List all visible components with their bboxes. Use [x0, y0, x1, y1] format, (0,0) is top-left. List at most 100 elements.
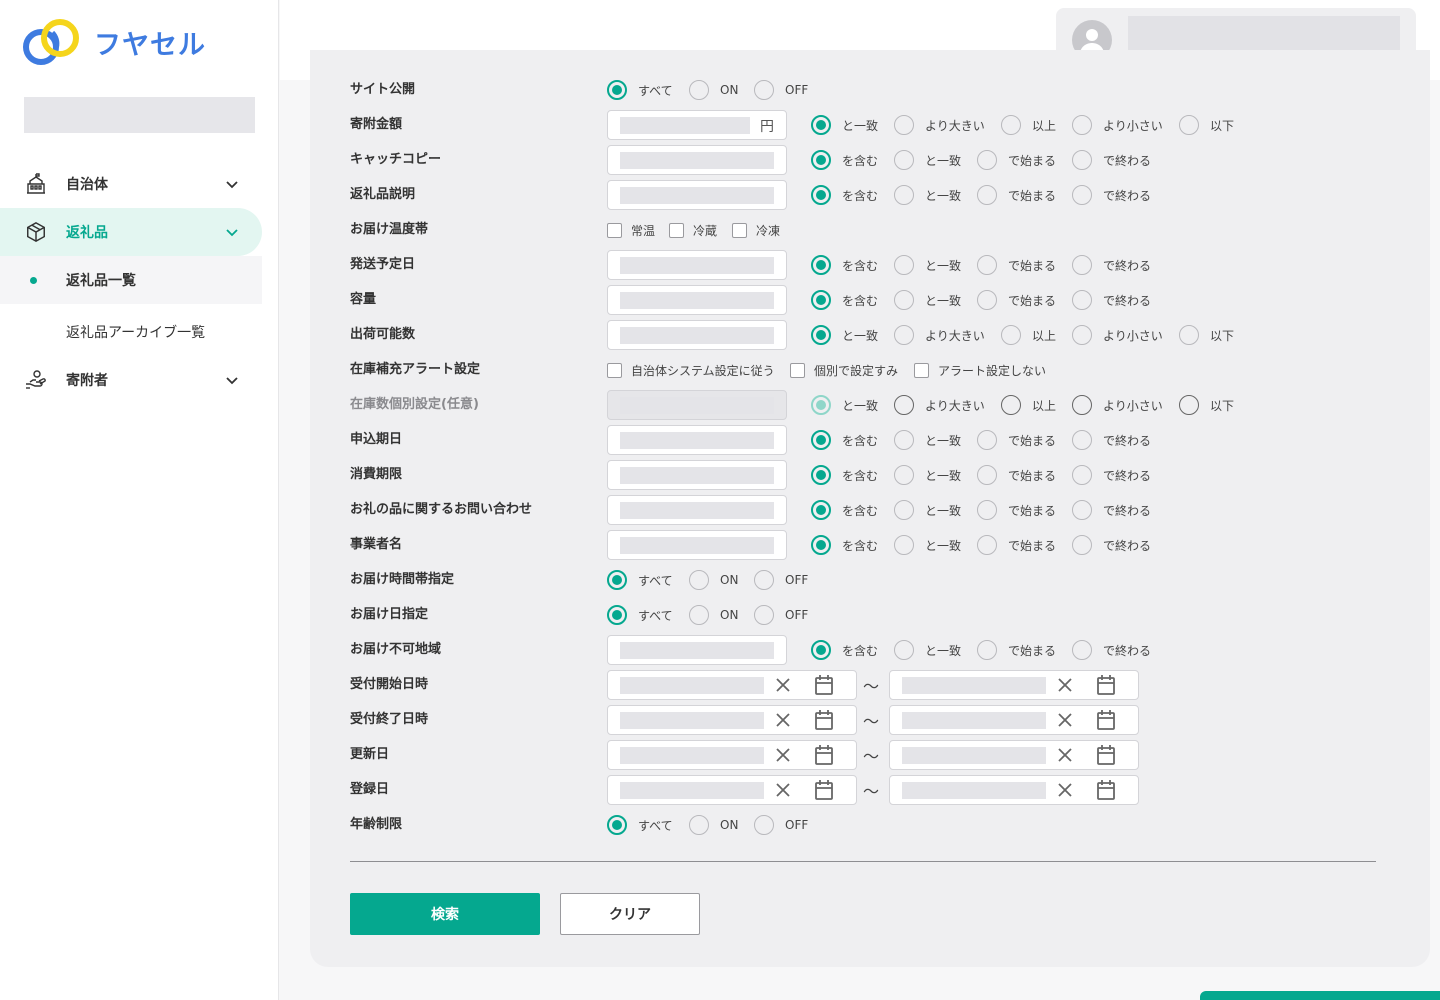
radio-starts[interactable]: で始まる [977, 535, 1072, 555]
radio-ends[interactable]: で終わる [1072, 535, 1151, 555]
calendar-icon[interactable] [814, 744, 834, 766]
radio-ends[interactable]: で終わる [1072, 290, 1151, 310]
radio-equal[interactable]: と一致 [894, 255, 977, 275]
radio-off[interactable]: OFF [754, 80, 808, 100]
capacity-input[interactable] [607, 285, 787, 315]
radio-equal[interactable]: と一致 [894, 535, 977, 555]
checkbox-individually-set[interactable]: 個別で設定すみ [790, 362, 914, 379]
radio-off[interactable]: OFF [754, 570, 808, 590]
date-to-input[interactable] [889, 740, 1139, 770]
shipping-date-input[interactable] [607, 250, 787, 280]
sidebar-subitem-gift-list[interactable]: 返礼品一覧 [0, 256, 262, 304]
radio-starts[interactable]: で始まる [977, 640, 1072, 660]
radio-equal[interactable]: と一致 [894, 290, 977, 310]
radio-equal[interactable]: と一致 [894, 640, 977, 660]
radio-lte[interactable]: 以下 [1179, 325, 1234, 345]
search-button[interactable]: 検索 [350, 893, 540, 935]
calendar-icon[interactable] [814, 674, 834, 696]
radio-contains[interactable]: を含む [811, 150, 894, 170]
radio-contains[interactable]: を含む [811, 255, 894, 275]
radio-equal[interactable]: と一致 [894, 465, 977, 485]
checkbox-normal-temp[interactable]: 常温 [607, 222, 669, 239]
sidebar-item-municipality[interactable]: 自治体 [0, 160, 262, 208]
radio-contains[interactable]: を含む [811, 500, 894, 520]
radio-starts[interactable]: で始まる [977, 185, 1072, 205]
radio-ends[interactable]: で終わる [1072, 255, 1151, 275]
radio-contains[interactable]: を含む [811, 640, 894, 660]
calendar-icon[interactable] [814, 779, 834, 801]
radio-contains[interactable]: を含む [811, 290, 894, 310]
calendar-icon[interactable] [1096, 744, 1116, 766]
radio-off[interactable]: OFF [754, 815, 808, 835]
checkbox-refrigerated[interactable]: 冷蔵 [669, 222, 732, 239]
bottom-action-button[interactable] [1200, 991, 1440, 1000]
clear-icon[interactable] [1056, 781, 1074, 799]
date-from-input[interactable] [607, 775, 857, 805]
radio-contains[interactable]: を含む [811, 465, 894, 485]
calendar-icon[interactable] [1096, 674, 1116, 696]
donation-amount-input[interactable]: 円 [607, 110, 787, 140]
radio-less[interactable]: より小さい [1072, 115, 1179, 135]
clear-icon[interactable] [774, 711, 792, 729]
shippable-quantity-input[interactable] [607, 320, 787, 350]
logo[interactable]: フヤセル [22, 16, 222, 68]
radio-on[interactable]: ON [689, 80, 754, 100]
gift-inquiry-input[interactable] [607, 495, 787, 525]
radio-equal[interactable]: と一致 [894, 185, 977, 205]
calendar-icon[interactable] [1096, 779, 1116, 801]
radio-ends[interactable]: で終わる [1072, 500, 1151, 520]
radio-starts[interactable]: で始まる [977, 465, 1072, 485]
undeliverable-area-input[interactable] [607, 635, 787, 665]
radio-on[interactable]: ON [689, 605, 754, 625]
radio-lte[interactable]: 以下 [1179, 115, 1234, 135]
radio-starts[interactable]: で始まる [977, 430, 1072, 450]
business-name-input[interactable] [607, 530, 787, 560]
clear-icon[interactable] [1056, 676, 1074, 694]
checkbox-no-alert[interactable]: アラート設定しない [914, 362, 1046, 379]
radio-equal[interactable]: と一致 [811, 325, 894, 345]
radio-greater[interactable]: より大きい [894, 325, 1001, 345]
radio-greater[interactable]: より大きい [894, 115, 1001, 135]
expiry-input[interactable] [607, 460, 787, 490]
radio-equal[interactable]: と一致 [811, 115, 894, 135]
radio-ends[interactable]: で終わる [1072, 465, 1151, 485]
calendar-icon[interactable] [1096, 709, 1116, 731]
radio-contains[interactable]: を含む [811, 535, 894, 555]
clear-icon[interactable] [774, 781, 792, 799]
radio-on[interactable]: ON [689, 815, 754, 835]
catchcopy-input[interactable] [607, 145, 787, 175]
calendar-icon[interactable] [814, 709, 834, 731]
radio-ends[interactable]: で終わる [1072, 640, 1151, 660]
checkbox-follow-system[interactable]: 自治体システム設定に従う [607, 362, 790, 379]
application-deadline-input[interactable] [607, 425, 787, 455]
clear-icon[interactable] [1056, 711, 1074, 729]
radio-less[interactable]: より小さい [1072, 325, 1179, 345]
radio-ends[interactable]: で終わる [1072, 185, 1151, 205]
radio-equal[interactable]: と一致 [894, 500, 977, 520]
radio-ends[interactable]: で終わる [1072, 150, 1151, 170]
sidebar-search[interactable] [24, 97, 255, 133]
sidebar-subitem-gift-archive[interactable]: 返礼品アーカイブ一覧 [0, 308, 262, 356]
radio-all[interactable]: すべて [607, 570, 689, 590]
radio-contains[interactable]: を含む [811, 430, 894, 450]
date-from-input[interactable] [607, 740, 857, 770]
radio-contains[interactable]: を含む [811, 185, 894, 205]
clear-button[interactable]: クリア [560, 893, 700, 935]
radio-equal[interactable]: と一致 [894, 430, 977, 450]
sidebar-item-gifts[interactable]: 返礼品 [0, 208, 262, 256]
radio-ends[interactable]: で終わる [1072, 430, 1151, 450]
radio-gte[interactable]: 以上 [1001, 115, 1072, 135]
date-to-input[interactable] [889, 775, 1139, 805]
date-from-input[interactable] [607, 705, 857, 735]
radio-gte[interactable]: 以上 [1001, 325, 1072, 345]
radio-starts[interactable]: で始まる [977, 500, 1072, 520]
checkbox-frozen[interactable]: 冷凍 [732, 222, 780, 239]
date-to-input[interactable] [889, 705, 1139, 735]
date-from-input[interactable] [607, 670, 857, 700]
sidebar-item-donors[interactable]: 寄附者 [0, 356, 262, 404]
radio-off[interactable]: OFF [754, 605, 808, 625]
radio-equal[interactable]: と一致 [894, 150, 977, 170]
clear-icon[interactable] [774, 676, 792, 694]
date-to-input[interactable] [889, 670, 1139, 700]
radio-all[interactable]: すべて [607, 815, 689, 835]
